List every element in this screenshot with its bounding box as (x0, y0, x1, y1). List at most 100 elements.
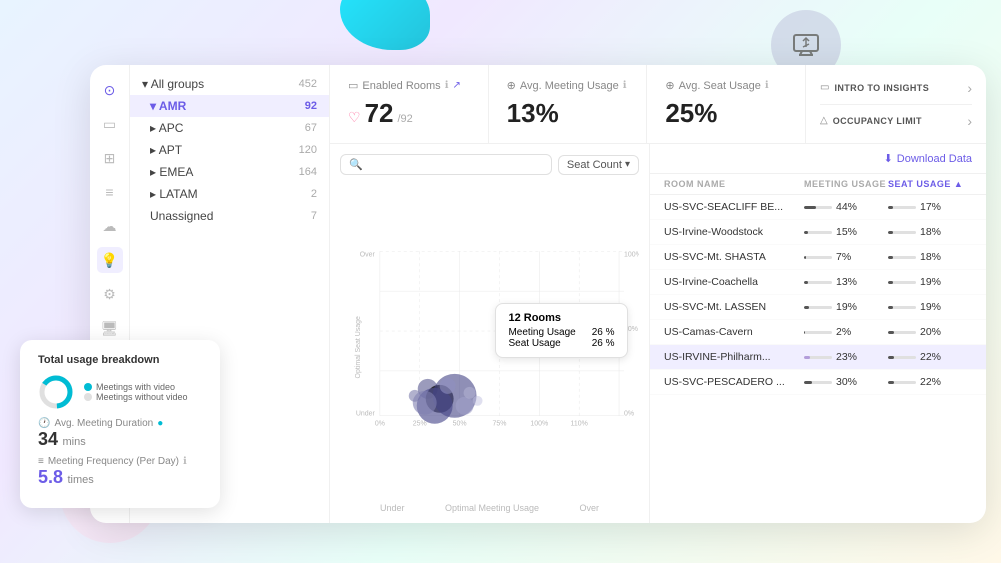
svg-text:110%: 110% (571, 421, 588, 428)
meeting-bar (804, 256, 832, 259)
meeting-bar-fill (804, 306, 809, 309)
sidebar-icon-bulb[interactable]: 💡 (97, 247, 123, 273)
tooltip-seat-value: 26 % (592, 338, 615, 349)
meeting-bar-fill (804, 231, 808, 234)
avg-duration-value: 34 (38, 429, 58, 449)
meeting-bar (804, 356, 832, 359)
sidebar-icon-doc[interactable]: ▭ (97, 111, 123, 137)
sidebar-icon-grid[interactable]: ⊞ (97, 145, 123, 171)
insight-intro[interactable]: ▭ INTRO TO INSIGHTS › (820, 78, 972, 98)
seat-pct: 22% (920, 351, 941, 363)
meeting-bar-fill (804, 381, 812, 384)
room-name-cell: US-IRVINE-Philharm... (664, 351, 804, 363)
seat-bar-fill (888, 331, 894, 334)
meeting-usage-value: 13% (507, 98, 559, 128)
seat-usage-cell: 22% (888, 351, 972, 363)
col-seat-usage[interactable]: SEAT USAGE ▲ (888, 179, 972, 189)
table-section: ⬇ Download Data ROOM NAME MEETING USAGE … (650, 144, 986, 523)
seat-count-dropdown[interactable]: Seat Count ▾ (558, 155, 639, 175)
dropdown-chevron: ▾ (625, 159, 630, 170)
seat-bar (888, 306, 916, 309)
svg-text:Optimal Seat Usage: Optimal Seat Usage (355, 316, 362, 378)
seat-usage-info[interactable]: ℹ (765, 80, 769, 91)
download-btn[interactable]: ⬇ Download Data (884, 152, 972, 165)
insight-occ-icon: △ (820, 115, 828, 126)
table-row[interactable]: US-IRVINE-Philharm... 23% 22% (650, 345, 986, 370)
table-row[interactable]: US-Irvine-Woodstock 15% 18% (650, 220, 986, 245)
seat-usage-cell: 19% (888, 276, 972, 288)
decorative-blob-top (340, 0, 430, 50)
meeting-bar (804, 306, 832, 309)
table-body: US-SVC-SEACLIFF BE... 44% 17% US-Irvine-… (650, 195, 986, 523)
chart-search[interactable]: 🔍 (340, 154, 552, 175)
sidebar-item-apt[interactable]: ▸ APT 120 (130, 139, 329, 161)
freq-icon: ≡ (38, 456, 44, 467)
heart-icon: ♡ (348, 109, 361, 126)
enabled-rooms-info[interactable]: ℹ (445, 80, 449, 91)
meeting-bar-fill (804, 356, 810, 359)
sidebar-item-apc[interactable]: ▸ APC 67 (130, 117, 329, 139)
table-row[interactable]: US-SVC-Mt. SHASTA 7% 18% (650, 245, 986, 270)
sidebar-icon-table[interactable]: ≡ (97, 179, 123, 205)
floating-card-title: Total usage breakdown (38, 354, 202, 366)
seat-icon: ⊕ (665, 79, 674, 92)
meeting-usage-info[interactable]: ℹ (623, 80, 627, 91)
download-label: Download Data (897, 153, 972, 165)
sidebar-all-groups[interactable]: ▾ All groups 452 (130, 73, 329, 95)
seat-bar (888, 281, 916, 284)
enabled-rooms-ext[interactable]: ↗ (453, 80, 461, 91)
seat-bar-fill (888, 306, 893, 309)
seat-pct: 19% (920, 276, 941, 288)
table-row[interactable]: US-SVC-PESCADERO ... 30% 22% (650, 370, 986, 395)
seat-usage-cell: 22% (888, 376, 972, 388)
svg-text:0%: 0% (624, 411, 634, 418)
meeting-pct: 7% (836, 251, 851, 263)
seat-usage-value: 25% (665, 98, 717, 128)
legend-video: Meetings with video (84, 382, 188, 392)
sidebar-icon-home[interactable]: ⊙ (97, 77, 123, 103)
table-row[interactable]: US-SVC-SEACLIFF BE... 44% 17% (650, 195, 986, 220)
seat-bar (888, 256, 916, 259)
meeting-icon: ⊕ (507, 79, 516, 92)
svg-text:0%: 0% (375, 421, 385, 428)
seat-bar-fill (888, 231, 893, 234)
donut-row: Meetings with video Meetings without vid… (38, 374, 202, 410)
download-icon: ⬇ (884, 152, 893, 165)
meeting-bar (804, 281, 832, 284)
meeting-usage-cell: 30% (804, 376, 888, 388)
table-row[interactable]: US-Irvine-Coachella 13% 19% (650, 270, 986, 295)
seat-pct: 17% (920, 201, 941, 213)
svg-text:Under: Under (356, 411, 376, 418)
seat-pct: 20% (920, 326, 941, 338)
meeting-pct: 15% (836, 226, 857, 238)
sidebar-item-amr[interactable]: ▾ AMR 92 (130, 95, 329, 117)
insight-intro-icon: ▭ (820, 82, 829, 93)
meeting-bar-fill (804, 256, 806, 259)
table-row[interactable]: US-Camas-Cavern 2% 20% (650, 320, 986, 345)
sidebar-item-latam[interactable]: ▸ LATAM 2 (130, 183, 329, 205)
table-row[interactable]: US-SVC-Mt. LASSEN 19% 19% (650, 295, 986, 320)
sidebar-icon-settings[interactable]: ⚙ (97, 281, 123, 307)
seat-usage-cell: 18% (888, 251, 972, 263)
enabled-rooms-sub: /92 (397, 113, 412, 125)
freq-row: ≡ Meeting Frequency (Per Day) ℹ 5.8 time… (38, 456, 202, 488)
sidebar-item-emea[interactable]: ▸ EMEA 164 (130, 161, 329, 183)
x-label-over: Over (579, 503, 599, 513)
room-name-cell: US-SVC-Mt. LASSEN (664, 301, 804, 313)
meeting-usage-cell: 2% (804, 326, 888, 338)
sidebar-item-unassigned[interactable]: Unassigned 7 (130, 205, 329, 227)
freq-info[interactable]: ℹ (183, 456, 187, 467)
meeting-pct: 44% (836, 201, 857, 213)
table-toolbar: ⬇ Download Data (650, 144, 986, 174)
chart-section: 🔍 Seat Count ▾ (330, 144, 650, 523)
bottom-area: 🔍 Seat Count ▾ (330, 144, 986, 523)
insight-occupancy[interactable]: △ OCCUPANCY LIMIT › (820, 111, 972, 131)
donut-chart (38, 374, 74, 410)
scatter-wrapper: 0% 25% 50% 75% 100% 110% Over Optimal Se… (340, 181, 639, 501)
meeting-pct: 2% (836, 326, 851, 338)
sidebar-icon-cloud[interactable]: ☁ (97, 213, 123, 239)
meeting-pct: 13% (836, 276, 857, 288)
sidebar-icon-print[interactable]: 🖥 (97, 315, 123, 341)
bubble-tooltip: 12 Rooms Meeting Usage 26 % Seat Usage 2… (495, 303, 627, 358)
seat-pct: 22% (920, 376, 941, 388)
